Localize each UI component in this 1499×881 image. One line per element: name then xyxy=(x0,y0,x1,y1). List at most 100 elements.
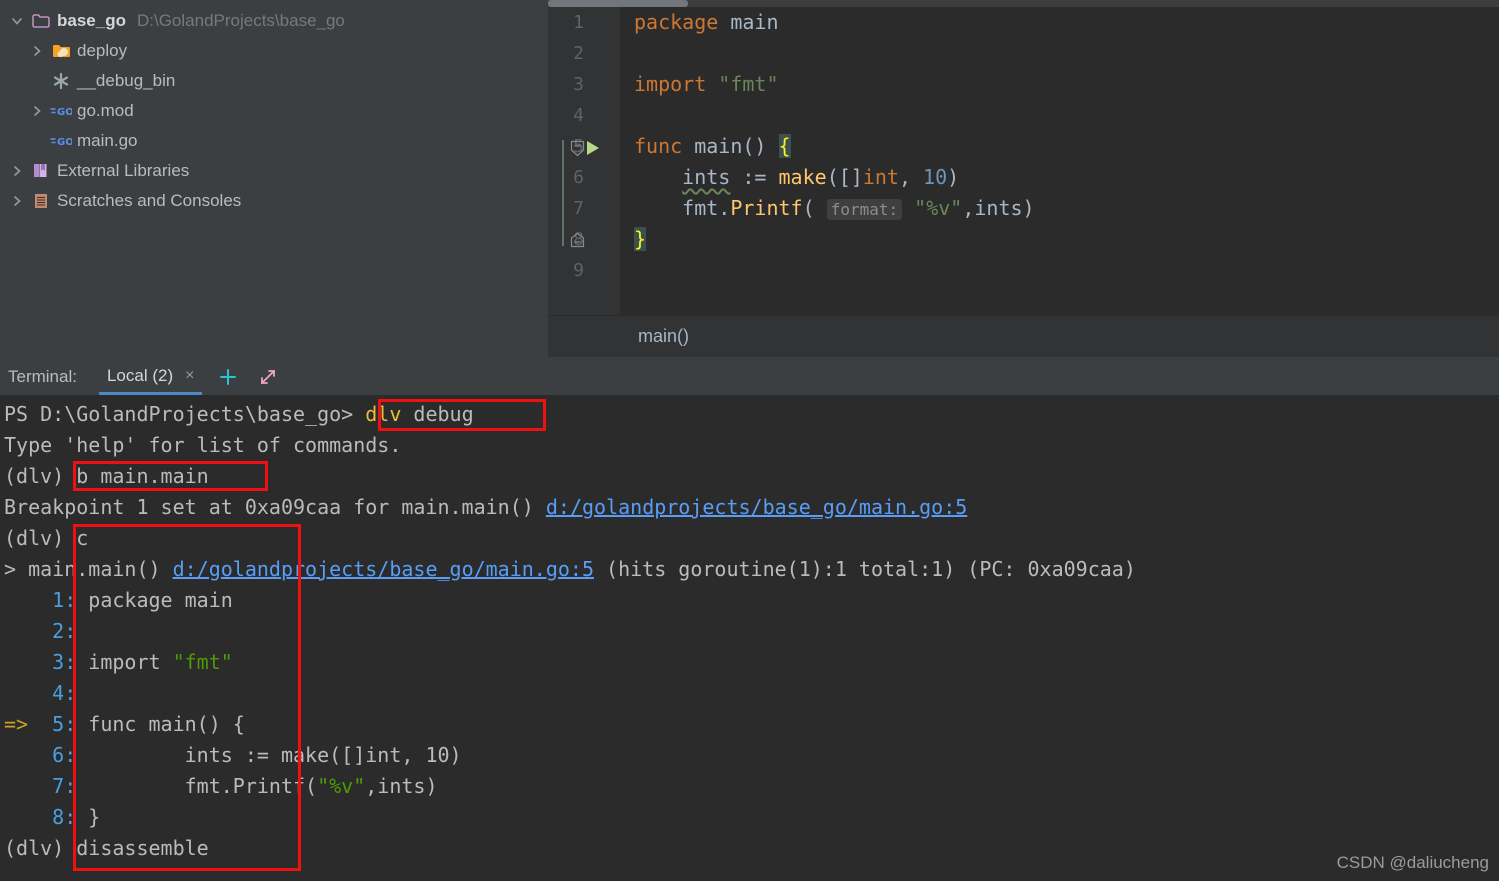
func-name: main xyxy=(682,134,743,158)
chevron-right-icon[interactable] xyxy=(26,105,48,117)
terminal-tab-label: Local (2) xyxy=(106,366,174,385)
open-brace: { xyxy=(778,134,791,158)
listing-code: } xyxy=(76,805,101,829)
add-terminal-button[interactable] xyxy=(208,367,248,395)
chevron-right-icon[interactable] xyxy=(6,195,28,207)
code-line-7: fmt.Printf( format: "%v",ints) xyxy=(634,193,1499,224)
source-link[interactable]: d:/golandprojects/base_go/main.go:5 xyxy=(173,557,594,581)
code-line-1: package main xyxy=(634,7,1499,38)
terminal-tab-local[interactable]: Local (2) × xyxy=(93,366,208,395)
folder-orange-icon xyxy=(48,43,74,59)
go-file-icon: GO xyxy=(48,134,74,148)
format-string: "%v" xyxy=(914,196,963,220)
listing-line-number: 7: xyxy=(52,774,77,798)
listing-row: 4: xyxy=(4,678,1499,709)
chevron-right-icon[interactable] xyxy=(6,165,28,177)
listing-row: 3: import "fmt" xyxy=(4,647,1499,678)
terminal-line-breakpoint-cmd: (dlv) b main.main xyxy=(4,461,1499,492)
books-icon xyxy=(28,162,54,180)
open-paren: ( xyxy=(802,196,827,220)
fmt-package: fmt. xyxy=(682,196,731,220)
folder-open-icon xyxy=(28,13,54,29)
editor-horizontal-scrollbar[interactable] xyxy=(548,0,1499,7)
current-line-arrow: => xyxy=(4,712,29,736)
tree-item-base_go[interactable]: base_go D:\GolandProjects\base_go xyxy=(0,6,548,36)
keyword-func: func xyxy=(634,134,683,158)
editor-body: 1 2 3 4 5 6 7 8 9 package main import "f… xyxy=(548,7,1499,315)
listing-row: 8: } xyxy=(4,802,1499,833)
breadcrumb-item-main[interactable]: main() xyxy=(638,326,689,347)
breakpoint-message: Breakpoint 1 set at 0xa09caa for main.ma… xyxy=(4,495,546,519)
asterisk-icon xyxy=(48,71,74,91)
listing-line-number: 2: xyxy=(52,619,77,643)
tree-item-label: Scratches and Consoles xyxy=(57,191,242,210)
terminal-line-help-hint: Type 'help' for list of commands. xyxy=(4,433,402,457)
dlv-prompt: (dlv) xyxy=(4,836,77,860)
dlv-prompt: (dlv) xyxy=(4,464,77,488)
svg-text:GO: GO xyxy=(57,107,72,118)
tree-item-label: deploy xyxy=(77,41,128,60)
terminal-line-ps-prompt: PS D:\GolandProjects\base_go> dlv debug xyxy=(4,399,1499,430)
fold-region-line xyxy=(562,140,564,246)
chevron-right-icon[interactable] xyxy=(26,45,48,57)
listing-code: package main xyxy=(76,588,233,612)
keyword-package: package xyxy=(634,10,719,34)
tree-item-label: go.mod xyxy=(77,101,134,120)
terminal-line-hit-breakpoint: > main.main() d:/golandprojects/base_go/… xyxy=(4,554,1499,585)
listing-code-tail: ,ints) xyxy=(365,774,438,798)
tree-item-main-go[interactable]: GO main.go xyxy=(0,126,548,156)
tree-item-scratches-and-consoles[interactable]: Scratches and Consoles xyxy=(0,186,548,216)
tree-item-debug-bin[interactable]: __debug_bin xyxy=(0,66,548,96)
listing-code: func main() { xyxy=(76,712,245,736)
variable-ints: ints xyxy=(682,165,731,189)
slice-open: ([] xyxy=(826,165,863,189)
code-line-6: ints := make([]int, 10) xyxy=(634,162,1499,193)
fold-collapse-icon[interactable] xyxy=(570,140,585,161)
source-link[interactable]: d:/golandprojects/base_go/main.go:5 xyxy=(546,495,967,519)
keyword-import: import xyxy=(634,72,707,96)
fold-column[interactable] xyxy=(548,7,585,315)
fold-end-icon[interactable] xyxy=(570,232,585,252)
listing-row: 7: fmt.Printf("%v",ints) xyxy=(4,771,1499,802)
terminal-title-label: Terminal: xyxy=(8,367,77,386)
listing-line-number: 3: xyxy=(52,650,77,674)
import-string: "fmt" xyxy=(718,72,779,96)
code-line-5: func main() { xyxy=(634,131,1499,162)
tree-item-label: __debug_bin xyxy=(77,71,176,90)
listing-code: ints := make([]int, 10) xyxy=(76,743,462,767)
breadcrumb[interactable]: main() xyxy=(548,315,1499,357)
project-tool-window[interactable]: base_go D:\GolandProjects\base_go deploy xyxy=(0,0,548,357)
parameter-hint: format: xyxy=(826,199,903,220)
listing-line-number: 4: xyxy=(52,681,77,705)
assign-op: := xyxy=(730,165,779,189)
listing-string: "fmt" xyxy=(172,650,233,674)
tree-item-go-mod[interactable]: GO go.mod xyxy=(0,96,548,126)
dlv-command: dlv xyxy=(365,402,402,426)
tree-item-external-libraries[interactable]: External Libraries xyxy=(0,156,548,186)
listing-line-number: 1: xyxy=(52,588,77,612)
hit-prefix: > main.main() xyxy=(4,557,173,581)
expand-icon[interactable] xyxy=(248,367,288,395)
hit-details: (hits goroutine(1):1 total:1) (PC: 0xa09… xyxy=(594,557,1136,581)
close-icon[interactable]: × xyxy=(185,368,194,384)
close-brace: } xyxy=(634,227,647,251)
tree-item-label: main.go xyxy=(77,131,138,150)
terminal-line-breakpoint-set: Breakpoint 1 set at 0xa09caa for main.ma… xyxy=(4,492,1499,523)
terminal-output[interactable]: PS D:\GolandProjects\base_go> dlv debug … xyxy=(0,395,1499,881)
editor-gutter[interactable]: 1 2 3 4 5 6 7 8 9 xyxy=(548,7,620,315)
number-literal: 10 xyxy=(923,165,948,189)
chevron-down-icon[interactable] xyxy=(6,15,28,27)
listing-code: fmt.Printf( xyxy=(76,774,318,798)
tree-item-deploy[interactable]: deploy xyxy=(0,36,548,66)
code-text-area[interactable]: package main import "fmt" func main() { … xyxy=(620,7,1499,315)
code-editor[interactable]: 1 2 3 4 5 6 7 8 9 package main import "f… xyxy=(548,0,1499,357)
terminal-tool-window[interactable]: Terminal: Local (2) × PS D:\GolandProjec… xyxy=(0,357,1499,881)
breakpoint-command: b main.main xyxy=(76,464,209,488)
code-line-3: import "fmt" xyxy=(634,69,1499,100)
powershell-prompt: PS D:\GolandProjects\base_go> xyxy=(4,402,366,426)
listing-line-number: 5: xyxy=(52,712,77,736)
run-gutter-icon[interactable] xyxy=(584,138,602,162)
scrollbar-thumb[interactable] xyxy=(548,0,688,7)
